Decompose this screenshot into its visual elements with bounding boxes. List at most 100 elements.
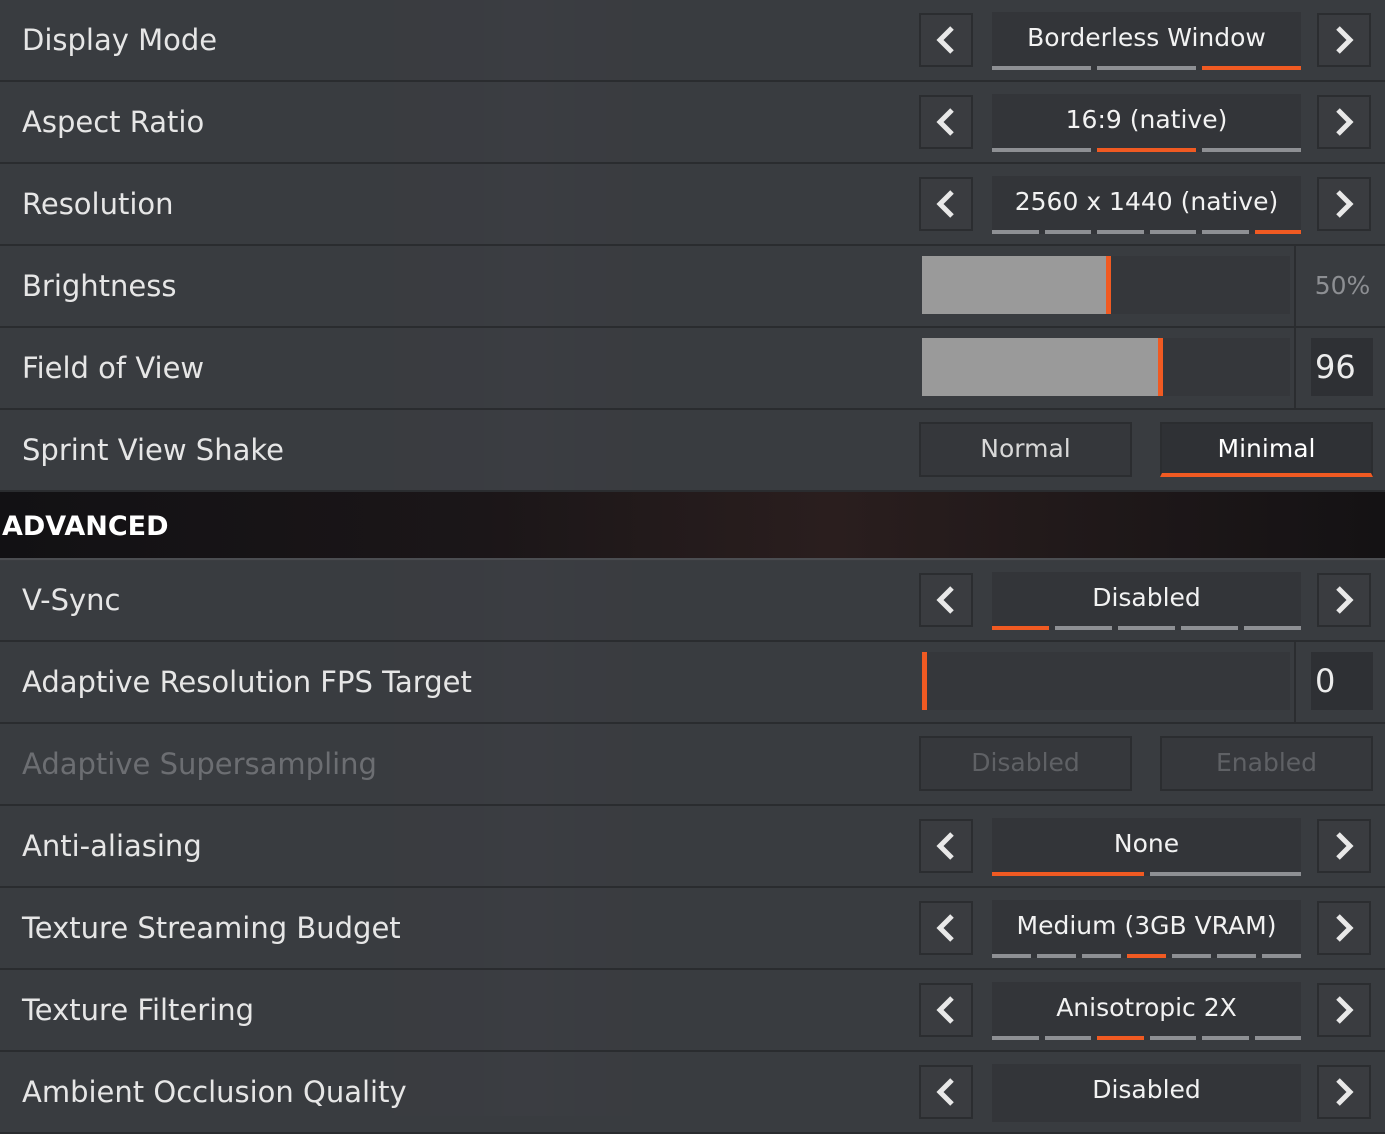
chevron-right-icon[interactable] [1317, 819, 1371, 873]
option-segment [1149, 230, 1196, 234]
slider-thumb[interactable] [1158, 338, 1163, 396]
option-value: Anisotropic 2X [1056, 993, 1237, 1022]
setting-row-resolution: Resolution 2560 x 1440 (native) [0, 164, 1385, 246]
setting-row-aspect-ratio: Aspect Ratio 16:9 (native) [0, 82, 1385, 164]
setting-row-sprint-view-shake: Sprint View Shake Normal Minimal [0, 410, 1385, 492]
option-segment [992, 872, 1144, 876]
option-segment [992, 954, 1031, 958]
sprint-shake-minimal-button[interactable]: Minimal [1160, 422, 1373, 477]
advanced-section-header: ADVANCED [0, 492, 1385, 561]
option-segment [992, 1036, 1039, 1040]
setting-label: Resolution [22, 187, 174, 221]
setting-row-adaptive-supersampling: Adaptive Supersampling Disabled Enabled [0, 724, 1385, 806]
setting-label: Brightness [22, 269, 177, 303]
setting-row-brightness: Brightness 50% [0, 246, 1385, 328]
option-value: None [1113, 829, 1180, 858]
option-value-box: Disabled [992, 1064, 1301, 1122]
option-segments [992, 230, 1301, 234]
chevron-left-icon[interactable] [919, 901, 973, 955]
option-segment [992, 230, 1039, 234]
setting-label: V-Sync [22, 583, 121, 617]
option-segment [1202, 148, 1301, 152]
brightness-value: 50% [1314, 271, 1371, 300]
sprint-shake-normal-button[interactable]: Normal [919, 422, 1132, 477]
slider-thumb[interactable] [922, 652, 927, 710]
option-segment [1097, 148, 1196, 152]
option-segments [992, 148, 1301, 152]
divider [1294, 246, 1296, 326]
setting-row-display-mode: Display Mode Borderless Window [0, 0, 1385, 82]
option-segment [992, 626, 1049, 630]
option-segment [1262, 954, 1301, 958]
chevron-left-icon[interactable] [919, 95, 973, 149]
option-segment [1254, 1036, 1301, 1040]
supersampling-enabled-button: Enabled [1160, 736, 1373, 791]
setting-label: Sprint View Shake [22, 433, 284, 467]
option-segment [992, 148, 1091, 152]
chevron-left-icon[interactable] [919, 819, 973, 873]
brightness-slider[interactable] [922, 256, 1290, 314]
option-segment [1127, 954, 1166, 958]
option-segment [1097, 230, 1144, 234]
slider-fill [922, 338, 1158, 396]
option-value: 16:9 (native) [1065, 105, 1228, 134]
setting-label: Aspect Ratio [22, 105, 205, 139]
slider-thumb[interactable] [1106, 256, 1111, 314]
option-segments [992, 1036, 1301, 1040]
setting-label: Texture Filtering [22, 993, 255, 1027]
adaptive-fps-value-input[interactable]: 0 [1311, 652, 1373, 710]
adaptive-fps-slider[interactable] [922, 652, 1290, 710]
chevron-right-icon[interactable] [1317, 1065, 1371, 1119]
chevron-left-icon[interactable] [919, 13, 973, 67]
option-segment [1097, 1036, 1144, 1040]
option-segment [1181, 626, 1238, 630]
setting-label: Display Mode [22, 23, 218, 57]
fov-slider[interactable] [922, 338, 1290, 396]
chevron-right-icon[interactable] [1317, 13, 1371, 67]
option-value-box: 2560 x 1440 (native) [992, 176, 1301, 234]
setting-label: Adaptive Supersampling [22, 747, 377, 781]
setting-label: Anti-aliasing [22, 829, 202, 863]
chevron-right-icon[interactable] [1317, 573, 1371, 627]
chevron-right-icon[interactable] [1317, 901, 1371, 955]
setting-label: Adaptive Resolution FPS Target [22, 665, 472, 699]
option-segment [1149, 1036, 1196, 1040]
option-segments [992, 626, 1301, 630]
setting-label: Field of View [22, 351, 205, 385]
option-segment [1244, 626, 1301, 630]
option-segment [1202, 230, 1249, 234]
chevron-right-icon[interactable] [1317, 177, 1371, 231]
option-segment [1217, 954, 1256, 958]
setting-label: Texture Streaming Budget [22, 911, 401, 945]
fov-value-input[interactable]: 96 [1311, 338, 1373, 396]
chevron-right-icon[interactable] [1317, 95, 1371, 149]
option-segment [1202, 1036, 1249, 1040]
divider [1294, 328, 1296, 408]
option-segment [1082, 954, 1121, 958]
option-value: Medium (3GB VRAM) [1016, 911, 1277, 940]
option-segment [1202, 66, 1301, 70]
divider [1294, 642, 1296, 722]
option-segment [1044, 230, 1091, 234]
option-segments [992, 872, 1301, 876]
setting-label: Ambient Occlusion Quality [22, 1075, 407, 1109]
chevron-right-icon[interactable] [1317, 983, 1371, 1037]
option-segment [1149, 872, 1301, 876]
slider-fill [922, 256, 1106, 314]
option-segment [992, 66, 1091, 70]
chevron-left-icon[interactable] [919, 573, 973, 627]
option-segment [1254, 230, 1301, 234]
option-value-box: Borderless Window [992, 12, 1301, 70]
chevron-left-icon[interactable] [919, 1065, 973, 1119]
option-value-box: Disabled [992, 572, 1301, 630]
section-title: ADVANCED [2, 511, 169, 542]
option-value-box: None [992, 818, 1301, 876]
option-value-box: Medium (3GB VRAM) [992, 900, 1301, 958]
setting-row-texture-streaming-budget: Texture Streaming Budget Medium (3GB VRA… [0, 888, 1385, 970]
option-segment [1118, 626, 1175, 630]
chevron-left-icon[interactable] [919, 983, 973, 1037]
setting-row-adaptive-resolution: Adaptive Resolution FPS Target 0 [0, 642, 1385, 724]
setting-row-texture-filtering: Texture Filtering Anisotropic 2X [0, 970, 1385, 1052]
option-value-box: 16:9 (native) [992, 94, 1301, 152]
chevron-left-icon[interactable] [919, 177, 973, 231]
